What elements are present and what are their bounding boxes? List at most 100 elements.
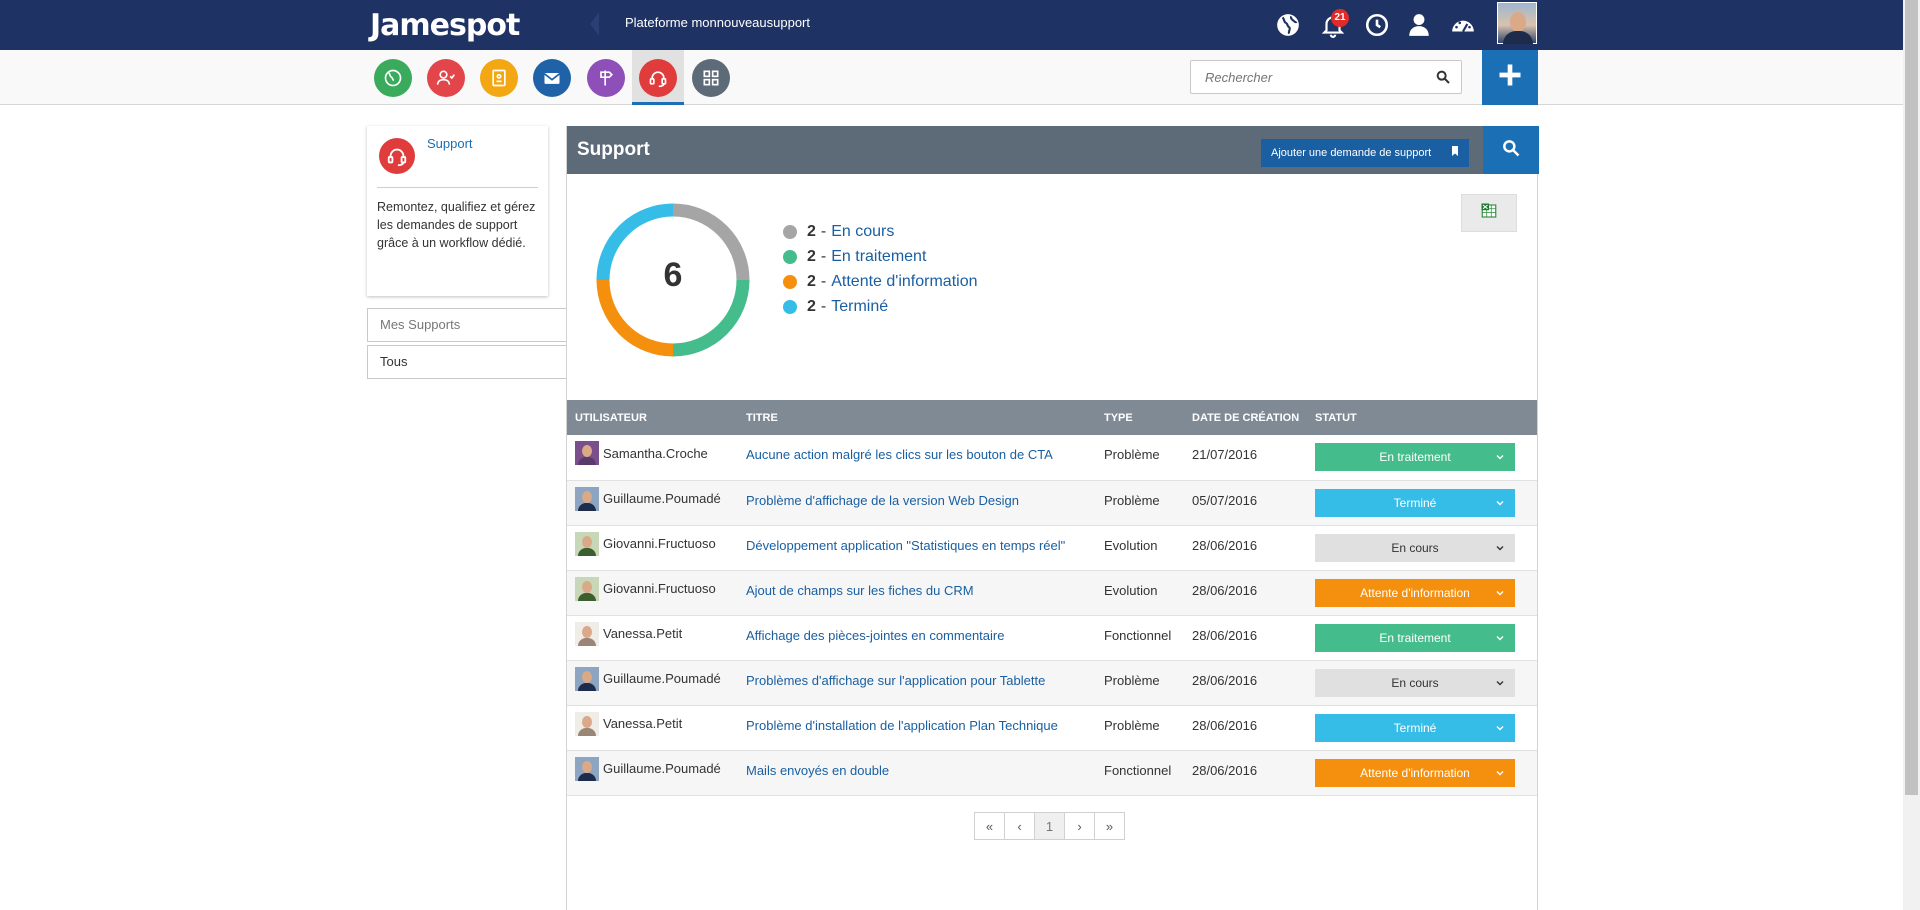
legend-separator: - [820,222,827,240]
page-last[interactable]: » [1094,812,1125,840]
ticket-title-link[interactable]: Ajout de champs sur les fiches du CRM [746,583,974,598]
page-next[interactable]: › [1064,812,1095,840]
user-name[interactable]: Samantha.Croche [603,446,708,461]
panel-header: Support Ajouter une demande de support [567,126,1539,174]
user-name[interactable]: Guillaume.Poumadé [603,491,721,506]
user-avatar[interactable] [575,486,599,511]
user-avatar[interactable] [575,711,599,736]
legend-item: 2- Attente d'information [783,269,977,294]
status-dropdown[interactable]: Attente d'information [1315,578,1515,607]
clock-icon[interactable] [1364,12,1390,38]
cell-date: 28/06/2016 [1184,615,1307,661]
contacts-app-icon[interactable] [427,59,465,97]
header-titre[interactable]: TITRE [738,400,1096,435]
jamespot-logo[interactable]: Jamespot [370,8,520,43]
top-bar: Jamespot Plateforme monnouveausupport 21 [0,0,1920,50]
directory-app-icon[interactable] [480,59,518,97]
ticket-title-link[interactable]: Problème d'affichage de la version Web D… [746,493,1019,508]
cell-type: Fonctionnel [1096,615,1184,661]
cell-status: Terminé [1307,480,1537,526]
page-prev[interactable]: ‹ [1004,812,1035,840]
scrollbar[interactable] [1903,0,1920,910]
header-date[interactable]: DATE DE CRÉATION [1184,400,1307,435]
user-avatar[interactable] [575,441,599,465]
cell-user: Vanessa.Petit [567,705,738,751]
status-label: Terminé [1393,720,1437,735]
user-name[interactable]: Vanessa.Petit [603,626,682,641]
table-row: Guillaume.Poumadé Mails envoyés en double… [567,750,1537,796]
globe-icon[interactable] [1275,12,1301,38]
legend-separator: - [820,297,827,315]
cell-date: 28/06/2016 [1184,705,1307,751]
legend-item: 2- En cours [783,219,977,244]
header-statut[interactable]: STATUT [1307,400,1537,435]
user-avatar[interactable] [575,576,599,601]
page-current[interactable]: 1 [1034,812,1065,840]
scrollbar-thumb[interactable] [1905,0,1918,795]
user-name[interactable]: Guillaume.Poumadé [603,671,721,686]
search-input[interactable] [1191,61,1421,93]
status-dropdown[interactable]: En cours [1315,668,1515,697]
user-name[interactable]: Vanessa.Petit [603,716,682,731]
user-name[interactable]: Guillaume.Poumadé [603,761,721,776]
chevron-down-icon [1495,677,1505,687]
cell-date: 28/06/2016 [1184,570,1307,616]
status-dropdown[interactable]: En cours [1315,533,1515,562]
export-excel-button[interactable] [1461,194,1517,232]
ticket-title-link[interactable]: Mails envoyés en double [746,763,889,778]
user-avatar[interactable] [575,756,599,781]
cell-user: Giovanni.Fructuoso [567,525,738,571]
bookmark-button[interactable] [1441,139,1469,167]
cell-user: Giovanni.Fructuoso [567,570,738,616]
user-icon[interactable] [1406,12,1432,38]
table-row: Giovanni.Fructuoso Développement applicat… [567,525,1537,571]
status-dropdown[interactable]: Attente d'information [1315,758,1515,787]
user-avatar[interactable] [575,666,599,691]
support-app-icon[interactable] [639,59,677,97]
status-label: Attente d'information [1360,585,1470,600]
legend-label[interactable]: En cours [831,223,894,241]
support-card-title[interactable]: Support [427,136,473,151]
ticket-title-link[interactable]: Affichage des pièces-jointes en commenta… [746,628,1004,643]
more-apps-icon[interactable] [692,59,730,97]
ticket-title-link[interactable]: Aucune action malgré les clics sur les b… [746,447,1053,462]
legend-count: 2 [807,247,816,265]
chevron-down-icon [1495,632,1505,642]
status-label: En traitement [1379,450,1451,464]
panel-search-button[interactable] [1483,126,1539,174]
table-row: Giovanni.Fructuoso Ajout de champs sur le… [567,570,1537,616]
mail-app-icon[interactable] [533,59,571,97]
status-dropdown[interactable]: En traitement [1315,443,1515,471]
cell-type: Problème [1096,435,1184,481]
legend-label[interactable]: Terminé [831,298,888,316]
search-icon[interactable] [1435,69,1451,85]
excel-icon [1480,202,1498,225]
user-avatar[interactable] [1497,2,1537,44]
ticket-title-link[interactable]: Problèmes d'affichage sur l'application … [746,673,1045,688]
tab-mes-supports[interactable]: Mes Supports [367,308,567,342]
user-avatar[interactable] [575,531,599,556]
add-support-request-button[interactable]: Ajouter une demande de support [1261,139,1442,167]
page-first[interactable]: « [974,812,1005,840]
status-dropdown[interactable]: Terminé [1315,488,1515,517]
header-utilisateur[interactable]: UTILISATEUR [567,400,738,435]
cell-title: Développement application "Statistiques … [738,525,1096,571]
legend-label[interactable]: En traitement [831,248,926,266]
ticket-title-link[interactable]: Développement application "Statistiques … [746,538,1065,553]
dashboard-icon[interactable] [1450,12,1476,38]
status-dropdown[interactable]: En traitement [1315,623,1515,652]
globe-app-icon[interactable] [374,59,412,97]
header-type[interactable]: TYPE [1096,400,1184,435]
user-name[interactable]: Giovanni.Fructuoso [603,536,716,551]
app-bar [0,50,1920,105]
status-dropdown[interactable]: Terminé [1315,713,1515,742]
tab-tous[interactable]: Tous [367,345,567,379]
ticket-title-link[interactable]: Problème d'installation de l'application… [746,718,1058,733]
cell-type: Problème [1096,705,1184,751]
legend-label[interactable]: Attente d'information [831,273,977,291]
user-avatar[interactable] [575,621,599,646]
add-content-button[interactable] [1482,50,1538,105]
user-name[interactable]: Giovanni.Fructuoso [603,581,716,596]
platform-name[interactable]: Plateforme monnouveausupport [625,15,810,30]
signpost-app-icon[interactable] [587,59,625,97]
